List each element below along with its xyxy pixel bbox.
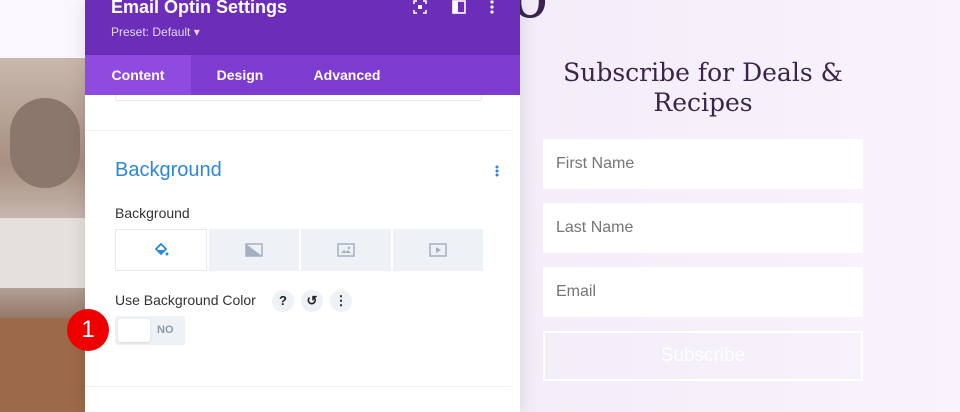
video-icon[interactable] (393, 229, 483, 271)
toggle-state-text: NO (157, 324, 174, 336)
photo-table (0, 218, 90, 288)
use-background-color-toggle[interactable]: NO (115, 316, 185, 345)
toggle-knob (118, 319, 150, 342)
email-input[interactable] (543, 267, 863, 317)
panel-header: Email Optin Settings Preset: Default ▾ (85, 0, 520, 55)
panel-tabs: Content Design Advanced (85, 55, 520, 95)
option-more-icon[interactable]: ⋮ (330, 290, 352, 312)
preset-dropdown[interactable]: Preset: Default ▾ (111, 25, 200, 39)
section-menu-icon[interactable] (493, 164, 501, 180)
gradient-icon[interactable] (209, 229, 299, 271)
reset-icon[interactable]: ↺ (301, 290, 323, 312)
section-title-background[interactable]: Background (115, 159, 222, 182)
more-vertical-icon[interactable] (483, 0, 501, 16)
previous-section-box (115, 95, 482, 101)
use-background-color-label: Use Background Color (115, 292, 256, 308)
color-fill-icon[interactable] (115, 229, 207, 271)
photo-person (10, 98, 80, 188)
help-icon[interactable]: ? (272, 290, 294, 312)
last-name-input[interactable] (543, 203, 863, 253)
settings-panel: Email Optin Settings Preset: Default ▾ C… (85, 0, 520, 412)
hero-photo (0, 58, 90, 412)
tab-content[interactable]: Content (85, 55, 191, 95)
split-view-icon[interactable] (450, 0, 468, 16)
background-field-label: Background (115, 205, 190, 221)
subscribe-title: Subscribe for Deals & Recipes (563, 58, 843, 117)
subscribe-button[interactable]: Subscribe (543, 331, 863, 381)
panel-title: Email Optin Settings (111, 0, 288, 17)
focus-icon[interactable] (411, 0, 429, 16)
section-divider-bottom (85, 386, 511, 387)
image-icon[interactable] (301, 229, 391, 271)
tab-design[interactable]: Design (191, 55, 289, 95)
first-name-input[interactable] (543, 139, 863, 189)
section-divider (85, 130, 511, 131)
step-badge: 1 (67, 309, 109, 351)
tab-advanced[interactable]: Advanced (289, 55, 405, 95)
background-type-tabs (115, 229, 483, 271)
